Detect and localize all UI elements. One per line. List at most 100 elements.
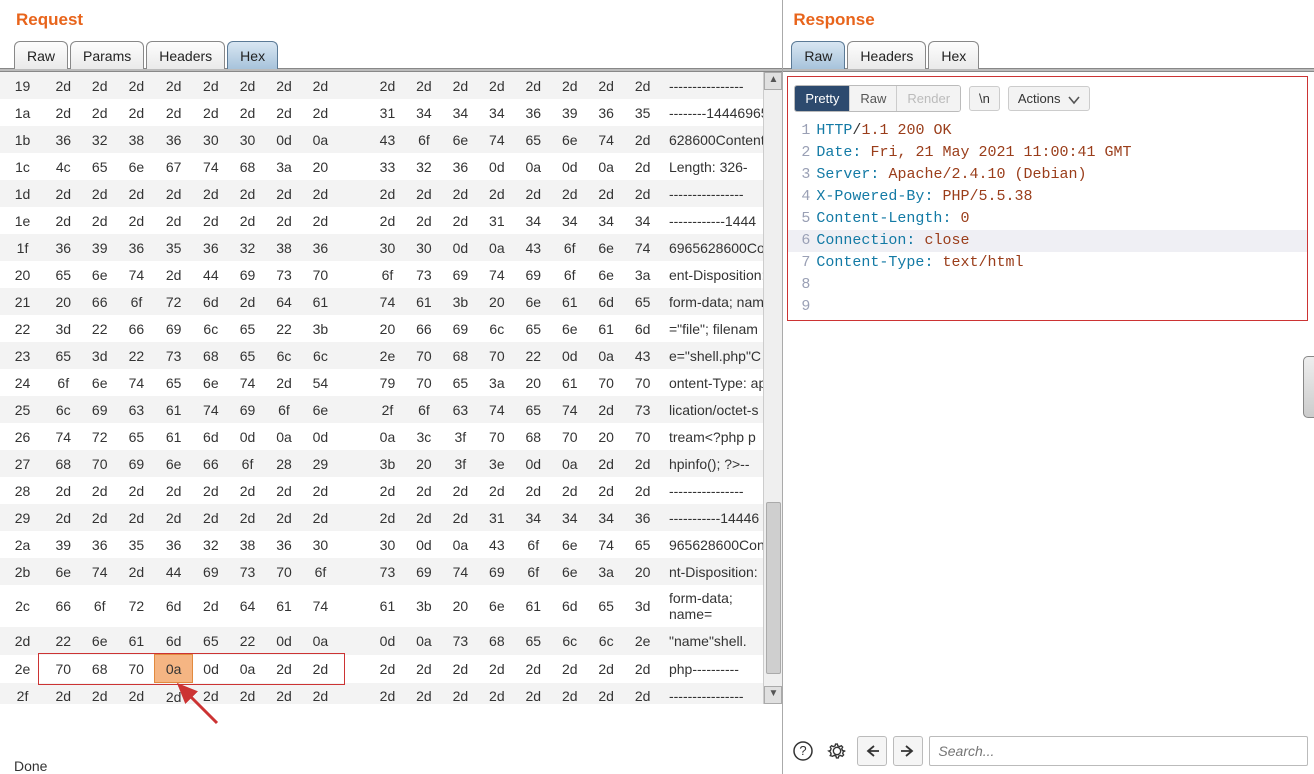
hex-byte[interactable]: 66 (81, 288, 117, 315)
hex-byte[interactable]: 2d (552, 477, 588, 504)
hex-byte[interactable]: 2d (406, 504, 442, 531)
hex-byte[interactable]: 74 (369, 288, 405, 315)
hex-row[interactable]: 20656e742d446973706f736974696f6e3aent-Di… (0, 261, 782, 288)
hex-byte[interactable]: 36 (588, 99, 624, 126)
hex-byte[interactable]: 69 (442, 315, 478, 342)
hex-byte[interactable]: 66 (192, 450, 229, 477)
hex-byte[interactable]: 2d (588, 180, 624, 207)
gear-icon[interactable] (823, 737, 851, 765)
hex-byte[interactable]: 3c (406, 423, 442, 450)
hex-byte[interactable]: 6e (118, 153, 155, 180)
hex-byte[interactable]: 2d (192, 585, 229, 627)
hex-byte[interactable]: 2d (81, 180, 117, 207)
hex-byte[interactable]: 20 (588, 423, 624, 450)
hex-byte[interactable]: 61 (155, 423, 192, 450)
hex-byte[interactable]: 69 (118, 450, 155, 477)
hex-byte[interactable]: 65 (515, 627, 551, 655)
hex-byte[interactable]: 65 (588, 585, 624, 627)
hex-byte[interactable]: 2d (81, 207, 117, 234)
hex-byte[interactable]: 70 (479, 342, 515, 369)
hex-row[interactable]: 246f6e74656e742d547970653a20617070ontent… (0, 369, 782, 396)
hex-byte[interactable]: 3b (302, 315, 338, 342)
hex-byte[interactable]: 20 (406, 450, 442, 477)
hex-byte[interactable]: 70 (266, 558, 302, 585)
hex-byte[interactable]: 2d (118, 504, 155, 531)
hex-byte[interactable]: 2d (515, 180, 551, 207)
hex-byte[interactable]: 2d (192, 504, 229, 531)
hex-byte[interactable]: 6e (155, 450, 192, 477)
hex-byte[interactable]: 6c (479, 315, 515, 342)
hex-byte[interactable]: 2d (266, 369, 302, 396)
line-text[interactable]: Server: Apache/2.4.10 (Debian) (816, 164, 1086, 186)
hex-byte[interactable]: 2d (588, 683, 624, 705)
hex-byte[interactable]: 36 (515, 99, 551, 126)
hex-byte[interactable]: 2d (192, 99, 229, 126)
hex-byte[interactable]: 6f (406, 396, 442, 423)
hex-byte[interactable]: 36 (442, 153, 478, 180)
hex-byte[interactable]: 72 (118, 585, 155, 627)
request-tab-hex[interactable]: Hex (227, 41, 278, 69)
hex-byte[interactable]: 2d (192, 683, 229, 705)
hex-byte[interactable]: 2d (588, 477, 624, 504)
hex-byte[interactable]: 30 (229, 126, 265, 153)
hex-byte[interactable]: 2d (588, 396, 624, 423)
nav-forward-button[interactable] (893, 736, 923, 766)
hex-byte[interactable]: 38 (266, 234, 302, 261)
hex-byte[interactable]: 6e (552, 315, 588, 342)
hex-byte[interactable]: 38 (229, 531, 265, 558)
code-line[interactable]: 9 (788, 296, 1307, 318)
hex-byte[interactable]: 44 (192, 261, 229, 288)
hex-byte[interactable]: 0d (406, 531, 442, 558)
hex-byte[interactable]: 68 (229, 153, 265, 180)
code-line[interactable]: 5Content-Length: 0 (788, 208, 1307, 230)
hex-byte[interactable]: 28 (266, 450, 302, 477)
hex-byte[interactable]: 34 (515, 504, 551, 531)
hex-byte[interactable]: 2d (81, 504, 117, 531)
hex-byte[interactable]: 69 (515, 261, 551, 288)
search-input[interactable] (929, 736, 1308, 766)
hex-byte[interactable]: 6e (552, 558, 588, 585)
hex-byte[interactable]: 73 (442, 627, 478, 655)
hex-byte[interactable]: 2d (229, 504, 265, 531)
hex-byte[interactable]: 0a (442, 531, 478, 558)
hex-byte[interactable]: 6d (192, 423, 229, 450)
hex-byte[interactable]: 22 (118, 342, 155, 369)
hex-byte[interactable]: 2d (442, 683, 478, 705)
hex-byte[interactable]: 2d (406, 655, 442, 683)
hex-byte[interactable]: 6f (302, 558, 338, 585)
hex-byte[interactable]: 3d (624, 585, 661, 627)
hex-byte[interactable]: 70 (406, 342, 442, 369)
hex-byte[interactable]: 66 (118, 315, 155, 342)
hex-byte[interactable]: 3a (588, 558, 624, 585)
hex-byte[interactable]: 6e (515, 288, 551, 315)
hex-byte[interactable]: 68 (515, 423, 551, 450)
hex-byte[interactable]: 2d (406, 477, 442, 504)
hex-byte[interactable]: 30 (369, 531, 405, 558)
line-text[interactable]: Content-Type: text/html (816, 252, 1023, 274)
hex-byte[interactable]: 74 (45, 423, 81, 450)
hex-byte[interactable]: 3a (266, 153, 302, 180)
hex-row[interactable]: 2d226e616d65220d0a0d0a7368656c6c2e"name"… (0, 627, 782, 655)
hex-byte[interactable]: 2d (515, 683, 551, 705)
code-line[interactable]: 8 (788, 274, 1307, 296)
hex-byte[interactable]: 61 (515, 585, 551, 627)
hex-byte[interactable]: 3b (442, 288, 478, 315)
hex-byte[interactable]: 2d (588, 450, 624, 477)
hex-byte[interactable]: 2d (369, 72, 405, 99)
hex-byte[interactable]: 0a (302, 126, 338, 153)
hex-byte[interactable]: 2d (118, 72, 155, 99)
hex-byte[interactable]: 22 (81, 315, 117, 342)
hex-byte[interactable]: 2d (155, 99, 192, 126)
hex-byte[interactable]: 2d (442, 180, 478, 207)
hex-byte[interactable]: 6f (369, 261, 405, 288)
hex-byte[interactable]: 6f (552, 234, 588, 261)
hex-byte[interactable]: 73 (155, 342, 192, 369)
hex-byte[interactable]: 74 (302, 585, 338, 627)
hex-byte[interactable]: 6c (552, 627, 588, 655)
response-tab-hex[interactable]: Hex (928, 41, 979, 69)
hex-byte[interactable]: 35 (118, 531, 155, 558)
hex-byte[interactable]: 6e (552, 531, 588, 558)
hex-byte[interactable]: 6e (479, 585, 515, 627)
hex-byte[interactable]: 0d (515, 450, 551, 477)
hex-byte[interactable]: 3b (406, 585, 442, 627)
